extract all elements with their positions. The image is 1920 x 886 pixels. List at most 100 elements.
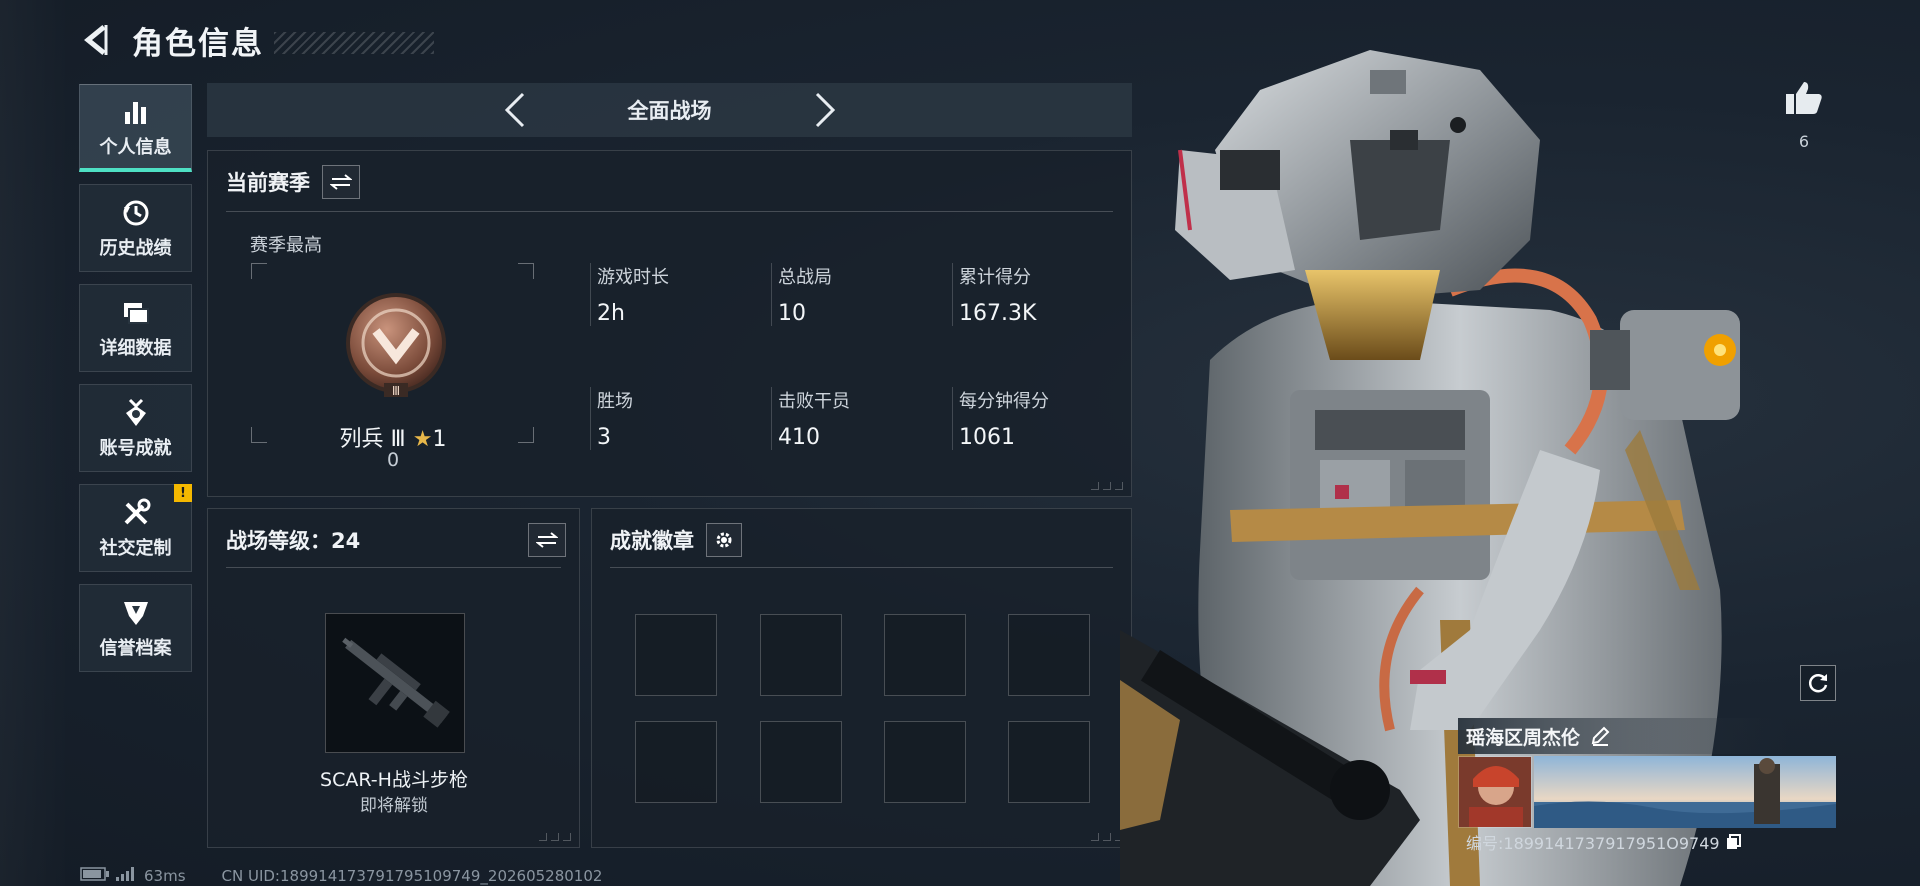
like-count: 6 bbox=[1798, 132, 1810, 151]
badge-slot[interactable] bbox=[635, 721, 717, 803]
panel-title: 成就徽章 bbox=[610, 529, 694, 553]
stat-label: 累计得分 bbox=[959, 267, 1031, 288]
rank-emblem-numeral: Ⅲ bbox=[392, 384, 400, 398]
battle-level-panel: 战场等级：24 SCAR-H战斗步枪 即将解锁 bbox=[207, 508, 580, 848]
stat-total-score: 累计得分 167.3K bbox=[952, 263, 1036, 326]
gear-icon bbox=[716, 532, 732, 548]
stat-label: 击败干员 bbox=[778, 391, 850, 412]
stat-value: 1061 bbox=[959, 425, 1015, 450]
nav-item-personal-info[interactable]: 个人信息 bbox=[79, 84, 192, 172]
stat-value: 410 bbox=[778, 425, 820, 450]
badge-slot[interactable] bbox=[1008, 721, 1090, 803]
bar-chart-icon bbox=[119, 95, 153, 129]
panel-header: 当前赛季 bbox=[226, 165, 360, 199]
nav-item-detailed-data[interactable]: 详细数据 bbox=[79, 284, 192, 372]
badge-slot[interactable] bbox=[1008, 614, 1090, 696]
nav-item-social-custom[interactable]: ! 社交定制 bbox=[79, 484, 192, 572]
mode-title: 全面战场 bbox=[627, 99, 712, 123]
side-nav: 个人信息 历史战绩 详细数据 账号成就 ! 社交定制 信誉档案 bbox=[79, 84, 192, 684]
copy-icon[interactable] bbox=[1724, 832, 1744, 852]
shield-wing-icon bbox=[119, 596, 153, 630]
nav-label: 个人信息 bbox=[99, 136, 172, 158]
panel-title: 战场等级：24 bbox=[226, 529, 361, 553]
player-id: 编号:1899141737917951O9749 bbox=[1466, 830, 1744, 854]
badge-slot[interactable] bbox=[884, 721, 966, 803]
stat-value: 2h bbox=[597, 301, 625, 326]
panel-title: 当前赛季 bbox=[226, 171, 310, 195]
player-banner bbox=[1534, 756, 1836, 828]
status-footer: 63ms CN UID:18991417379179510974​9_20260… bbox=[80, 866, 602, 886]
player-name: 瑶海区周杰伦 bbox=[1466, 726, 1581, 749]
rank-score: 0 bbox=[386, 449, 400, 471]
stat-label: 每分钟得分 bbox=[959, 391, 1049, 412]
weapon-thumbnail[interactable] bbox=[325, 613, 465, 753]
stat-label: 胜场 bbox=[597, 391, 633, 412]
player-name-row: 瑶海区周杰伦 bbox=[1458, 718, 1788, 754]
swap-icon bbox=[536, 532, 558, 548]
divider bbox=[226, 211, 1113, 212]
player-id-text: 编号:1899141737917951O9749 bbox=[1466, 834, 1720, 853]
thumbs-up-icon[interactable] bbox=[1784, 80, 1824, 120]
panel-header: 成就徽章 bbox=[610, 523, 742, 557]
nav-label: 历史战绩 bbox=[99, 238, 172, 259]
rifle-icon bbox=[342, 637, 450, 728]
title-decoration bbox=[274, 32, 434, 54]
stat-wins: 胜场 3 bbox=[590, 387, 633, 450]
ping-value: 63ms bbox=[144, 867, 186, 885]
level-swap-button[interactable] bbox=[528, 523, 566, 557]
history-clock-icon bbox=[119, 196, 153, 230]
swap-icon bbox=[330, 174, 352, 190]
stat-total-matches: 总战局 10 bbox=[771, 263, 832, 326]
weapon-name: SCAR-H战斗步枪 bbox=[320, 769, 468, 791]
nav-label: 账号成就 bbox=[99, 438, 172, 459]
nav-item-history[interactable]: 历史战绩 bbox=[79, 184, 192, 272]
stat-play-time: 游戏时长 2h bbox=[590, 263, 669, 326]
stat-value: 3 bbox=[597, 425, 611, 450]
divider bbox=[226, 567, 561, 568]
badge-slot[interactable] bbox=[884, 614, 966, 696]
nav-item-credit-file[interactable]: 信誉档案 bbox=[79, 584, 192, 672]
rotate-model-button[interactable] bbox=[1800, 665, 1836, 701]
stat-value: 167.3K bbox=[959, 301, 1037, 326]
corner-decoration bbox=[1091, 833, 1123, 841]
badge-settings-button[interactable] bbox=[706, 523, 742, 557]
stat-value: 10 bbox=[778, 301, 806, 326]
badge-slot[interactable] bbox=[635, 614, 717, 696]
battery-icon bbox=[80, 867, 110, 885]
tools-icon bbox=[119, 496, 153, 530]
achievement-badges-panel: 成就徽章 bbox=[591, 508, 1132, 848]
corner-decoration bbox=[539, 833, 571, 841]
weapon-status: 即将解锁 bbox=[360, 796, 428, 816]
badge-slot[interactable] bbox=[760, 721, 842, 803]
corner-decoration bbox=[1091, 482, 1123, 490]
current-season-panel: 当前赛季 赛季最高 Ⅲ 列兵 Ⅲ ★1 0 游戏时长 2h 总战局 10 累计得… bbox=[207, 150, 1132, 497]
header: 角色信息 bbox=[78, 18, 434, 62]
back-arrow-icon[interactable] bbox=[78, 21, 116, 59]
stat-kills: 击败干员 410 bbox=[771, 387, 850, 450]
player-card[interactable]: 瑶海区周杰伦 编号:1899141737917951O9749 bbox=[1458, 718, 1838, 858]
background-edge bbox=[0, 0, 70, 886]
divider bbox=[610, 567, 1113, 568]
prev-mode-arrow-icon[interactable] bbox=[490, 85, 540, 135]
avatar[interactable] bbox=[1458, 756, 1532, 828]
season-swap-button[interactable] bbox=[322, 165, 360, 199]
folders-icon bbox=[119, 296, 153, 330]
refresh-icon bbox=[1808, 674, 1828, 693]
nav-label: 社交定制 bbox=[99, 538, 172, 559]
badge-slot[interactable] bbox=[760, 614, 842, 696]
nav-label: 详细数据 bbox=[99, 338, 172, 359]
stat-score-per-minute: 每分钟得分 1061 bbox=[952, 387, 1049, 450]
like-widget[interactable]: 6 bbox=[1784, 80, 1824, 151]
nav-label: 信誉档案 bbox=[99, 638, 172, 659]
notification-badge: ! bbox=[174, 484, 192, 502]
stat-label: 游戏时长 bbox=[597, 267, 669, 288]
page-title: 角色信息 bbox=[132, 25, 264, 62]
next-mode-arrow-icon[interactable] bbox=[800, 85, 850, 135]
season-best-label: 赛季最高 bbox=[250, 235, 322, 256]
stat-label: 总战局 bbox=[778, 267, 832, 288]
uid-text: CN UID:18991417379179510974​9_2026052801… bbox=[221, 867, 603, 885]
nav-item-achievements[interactable]: 账号成就 bbox=[79, 384, 192, 472]
edit-pencil-icon[interactable] bbox=[1588, 724, 1612, 748]
signal-icon bbox=[116, 867, 136, 885]
medal-icon bbox=[119, 396, 153, 430]
